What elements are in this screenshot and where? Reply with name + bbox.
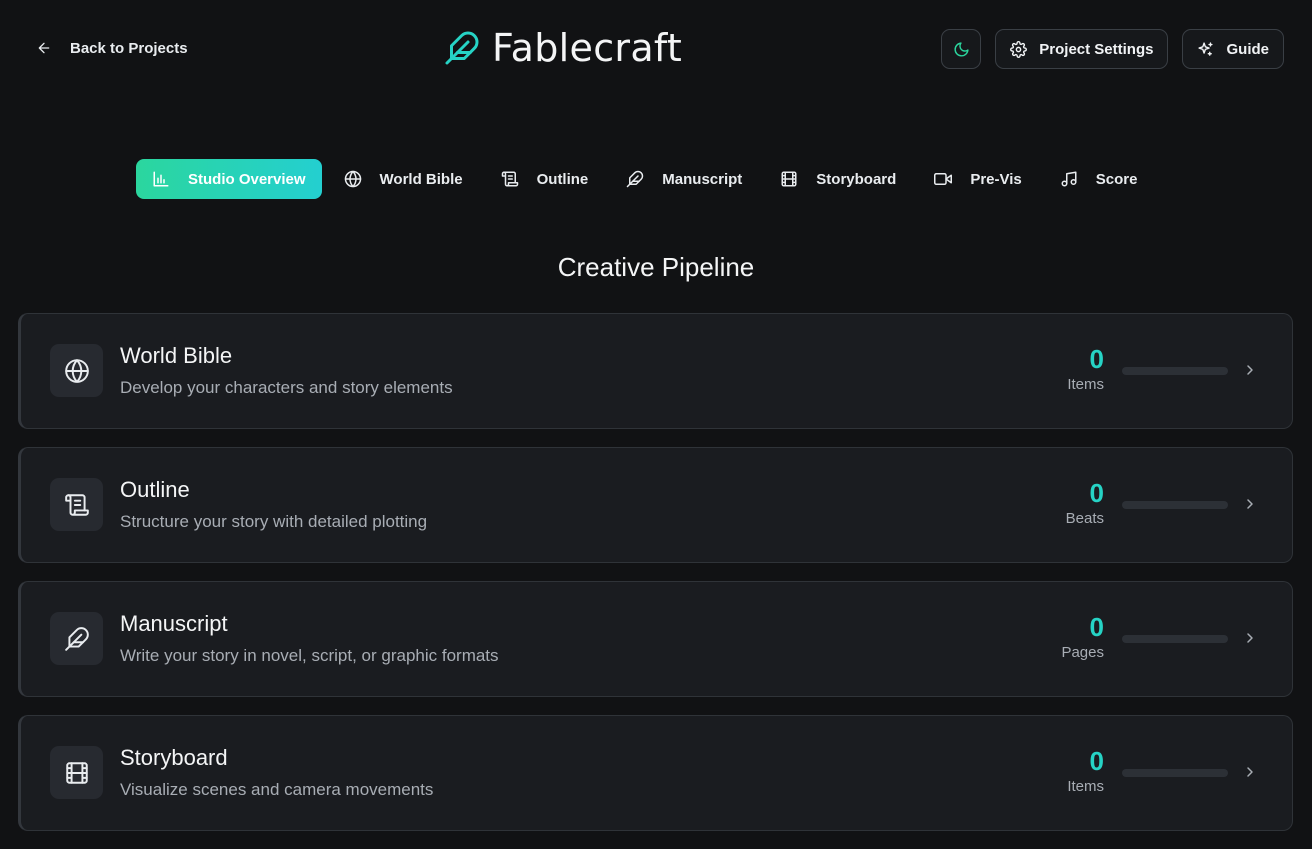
sparkles-icon xyxy=(1198,41,1214,56)
arrow-left-icon xyxy=(38,42,50,54)
stat-unit: Items xyxy=(1067,778,1104,795)
card-stat: 0 Beats xyxy=(1066,478,1104,527)
card-stat: 0 Pages xyxy=(1061,612,1104,661)
tab-label: Outline xyxy=(536,170,589,188)
card-stat: 0 Items xyxy=(1067,746,1104,795)
tab-label: Manuscript xyxy=(662,170,743,188)
chevron-right-icon xyxy=(1247,633,1253,643)
chart-icon xyxy=(153,171,169,187)
card-description: Write your story in novel, script, or gr… xyxy=(120,646,499,665)
video-icon xyxy=(934,173,953,185)
tab-storyboard[interactable]: Storyboard xyxy=(764,159,912,199)
feather-logo-icon xyxy=(445,31,479,65)
stat-count: 0 xyxy=(1089,746,1104,776)
pipeline-card-world-bible[interactable]: World Bible Develop your characters and … xyxy=(18,313,1293,429)
project-settings-button[interactable]: Project Settings xyxy=(995,29,1169,69)
back-link-label: Back to Projects xyxy=(70,39,188,57)
card-icon-box xyxy=(50,612,103,665)
tab-pre-vis[interactable]: Pre-Vis xyxy=(918,159,1037,199)
tab-world-bible[interactable]: World Bible xyxy=(328,159,479,199)
stat-unit: Beats xyxy=(1065,510,1104,527)
card-icon-box xyxy=(50,478,103,531)
tab-label: Pre-Vis xyxy=(970,170,1022,188)
scroll-icon xyxy=(64,493,89,516)
card-stat: 0 Items xyxy=(1067,344,1104,393)
project-settings-label: Project Settings xyxy=(1039,40,1154,58)
chevron-right-icon xyxy=(1247,767,1253,777)
pipeline-card-manuscript[interactable]: Manuscript Write your story in novel, sc… xyxy=(18,581,1293,697)
main-tabs: Studio Overview World Bible Outline Manu… xyxy=(136,159,1153,199)
back-to-projects-link[interactable]: Back to Projects xyxy=(36,34,188,62)
tab-label: Score xyxy=(1095,170,1138,188)
pipeline-list: World Bible Develop your characters and … xyxy=(18,313,1293,849)
guide-button[interactable]: Guide xyxy=(1182,29,1284,69)
card-description: Visualize scenes and camera movements xyxy=(120,780,434,799)
brand: Fablecraft xyxy=(444,24,682,72)
guide-label: Guide xyxy=(1226,40,1269,58)
progress-bar xyxy=(1122,769,1228,777)
tab-label: Storyboard xyxy=(816,170,897,188)
tab-manuscript[interactable]: Manuscript xyxy=(610,159,758,199)
moon-icon xyxy=(954,41,969,56)
progress-bar xyxy=(1122,501,1228,509)
card-icon-box xyxy=(50,344,103,397)
brand-title: Fablecraft xyxy=(492,26,683,70)
card-title: Outline xyxy=(120,477,190,502)
pipeline-card-storyboard[interactable]: Storyboard Visualize scenes and camera m… xyxy=(18,715,1293,831)
film-icon xyxy=(65,761,88,784)
card-title: Manuscript xyxy=(120,611,228,636)
globe-icon xyxy=(344,170,361,188)
globe-icon xyxy=(64,358,89,383)
chevron-right-icon xyxy=(1247,499,1253,509)
stat-unit: Items xyxy=(1067,376,1104,393)
progress-bar xyxy=(1122,367,1228,375)
tab-studio-overview[interactable]: Studio Overview xyxy=(136,159,322,199)
tab-label: World Bible xyxy=(379,170,463,188)
music-icon xyxy=(1061,171,1077,187)
tab-label: Studio Overview xyxy=(188,170,306,188)
card-description: Structure your story with detailed plott… xyxy=(120,512,428,531)
section-title: Creative Pipeline xyxy=(557,252,755,282)
header-actions: Project Settings Guide xyxy=(941,29,1284,69)
pipeline-card-outline[interactable]: Outline Structure your story with detail… xyxy=(18,447,1293,563)
feather-icon xyxy=(64,626,89,651)
card-icon-box xyxy=(50,746,103,799)
stat-unit: Pages xyxy=(1061,644,1104,661)
stat-count: 0 xyxy=(1089,612,1104,642)
stat-count: 0 xyxy=(1089,478,1104,508)
gear-icon xyxy=(1010,40,1028,58)
chevron-right-icon xyxy=(1247,365,1253,375)
tab-outline[interactable]: Outline xyxy=(485,159,605,199)
card-title: Storyboard xyxy=(120,745,228,770)
scroll-icon xyxy=(501,171,518,187)
card-title: World Bible xyxy=(120,343,233,368)
stat-count: 0 xyxy=(1089,344,1104,374)
theme-toggle-button[interactable] xyxy=(941,29,982,69)
tab-score[interactable]: Score xyxy=(1044,159,1154,199)
progress-bar xyxy=(1122,635,1228,643)
card-description: Develop your characters and story elemen… xyxy=(120,378,453,397)
app-header: Back to Projects Fablecraft Project Sett… xyxy=(0,0,1312,96)
feather-icon xyxy=(627,170,644,188)
film-icon xyxy=(781,171,797,187)
